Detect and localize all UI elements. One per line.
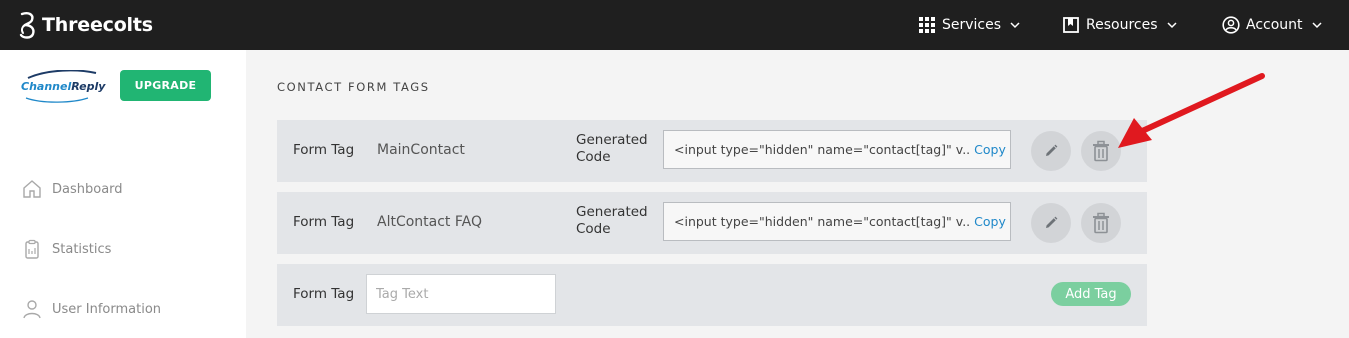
nav-services[interactable]: Services: [918, 0, 1021, 50]
edit-button[interactable]: [1031, 203, 1071, 243]
sidebar-item-label: Dashboard: [52, 181, 123, 197]
form-tag-label: Form Tag: [293, 142, 355, 158]
generated-code-text: <input type="hidden" name="contact[tag]"…: [674, 142, 971, 157]
copy-link[interactable]: Copy: [974, 214, 1006, 229]
generated-code-label: Generated Code: [576, 132, 648, 165]
account-circle-icon: [1222, 16, 1240, 34]
new-tag-row: Form Tag Add Tag: [277, 264, 1147, 326]
user-icon: [23, 300, 41, 319]
form-tag-value: MainContact: [377, 142, 465, 158]
trash-icon: [1093, 212, 1109, 234]
sidebar-item-dashboard[interactable]: Dashboard: [22, 178, 123, 200]
nav-account-label: Account: [1246, 17, 1303, 33]
nav-services-label: Services: [942, 17, 1002, 33]
form-tag-label: Form Tag: [293, 214, 355, 230]
grid-icon: [919, 17, 935, 33]
tag-text-input[interactable]: [366, 274, 556, 314]
pencil-icon: [1046, 216, 1058, 228]
generated-code-field[interactable]: <input type="hidden" name="contact[tag]"…: [663, 130, 1011, 169]
delete-button[interactable]: [1081, 203, 1121, 243]
generated-code-field[interactable]: <input type="hidden" name="contact[tag]"…: [663, 202, 1011, 241]
generated-code-text: <input type="hidden" name="contact[tag]"…: [674, 214, 971, 229]
chevron-down-icon: [1010, 22, 1020, 29]
top-navbar: Threecolts Services Resources Account: [0, 0, 1349, 50]
nav-resources-label: Resources: [1086, 17, 1158, 33]
sidebar: ChannelReply UPGRADE Dashboard Statistic…: [0, 50, 246, 338]
add-tag-button[interactable]: Add Tag: [1051, 282, 1131, 306]
pencil-icon: [1046, 144, 1058, 156]
trash-icon: [1093, 140, 1109, 162]
generated-code-label: Generated Code: [576, 204, 648, 237]
sidebar-item-user-information[interactable]: User Information: [22, 298, 161, 320]
logo-part-channel: Channel: [21, 80, 72, 93]
chevron-down-icon: [1166, 22, 1177, 29]
delete-button[interactable]: [1081, 131, 1121, 171]
clipboard-icon: [25, 239, 39, 259]
brand-name: Threecolts: [42, 14, 153, 36]
channelreply-logo[interactable]: ChannelReply: [18, 70, 105, 104]
home-icon: [23, 180, 41, 198]
form-tag-row: Form Tag MainContact Generated Code <inp…: [277, 120, 1147, 182]
section-title: CONTACT FORM TAGS: [277, 80, 430, 94]
sidebar-item-label: Statistics: [52, 241, 112, 257]
sidebar-item-statistics[interactable]: Statistics: [22, 238, 111, 260]
channelreply-logo-text: ChannelReply: [21, 80, 105, 93]
form-tag-value: AltContact FAQ: [377, 214, 482, 230]
copy-link[interactable]: Copy: [974, 142, 1006, 157]
sidebar-item-label: User Information: [52, 301, 162, 317]
upgrade-button[interactable]: UPGRADE: [120, 70, 211, 101]
nav-resources[interactable]: Resources: [1062, 0, 1178, 50]
threecolts-logo-icon: [19, 12, 35, 39]
chevron-down-icon: [1312, 22, 1322, 29]
nav-account[interactable]: Account: [1222, 0, 1323, 50]
logo-part-reply: Reply: [71, 80, 106, 93]
form-tag-row: Form Tag AltContact FAQ Generated Code <…: [277, 192, 1147, 254]
brand[interactable]: Threecolts: [18, 10, 153, 40]
book-icon: [1063, 17, 1079, 33]
edit-button[interactable]: [1031, 131, 1071, 171]
form-tag-label: Form Tag: [293, 286, 355, 302]
